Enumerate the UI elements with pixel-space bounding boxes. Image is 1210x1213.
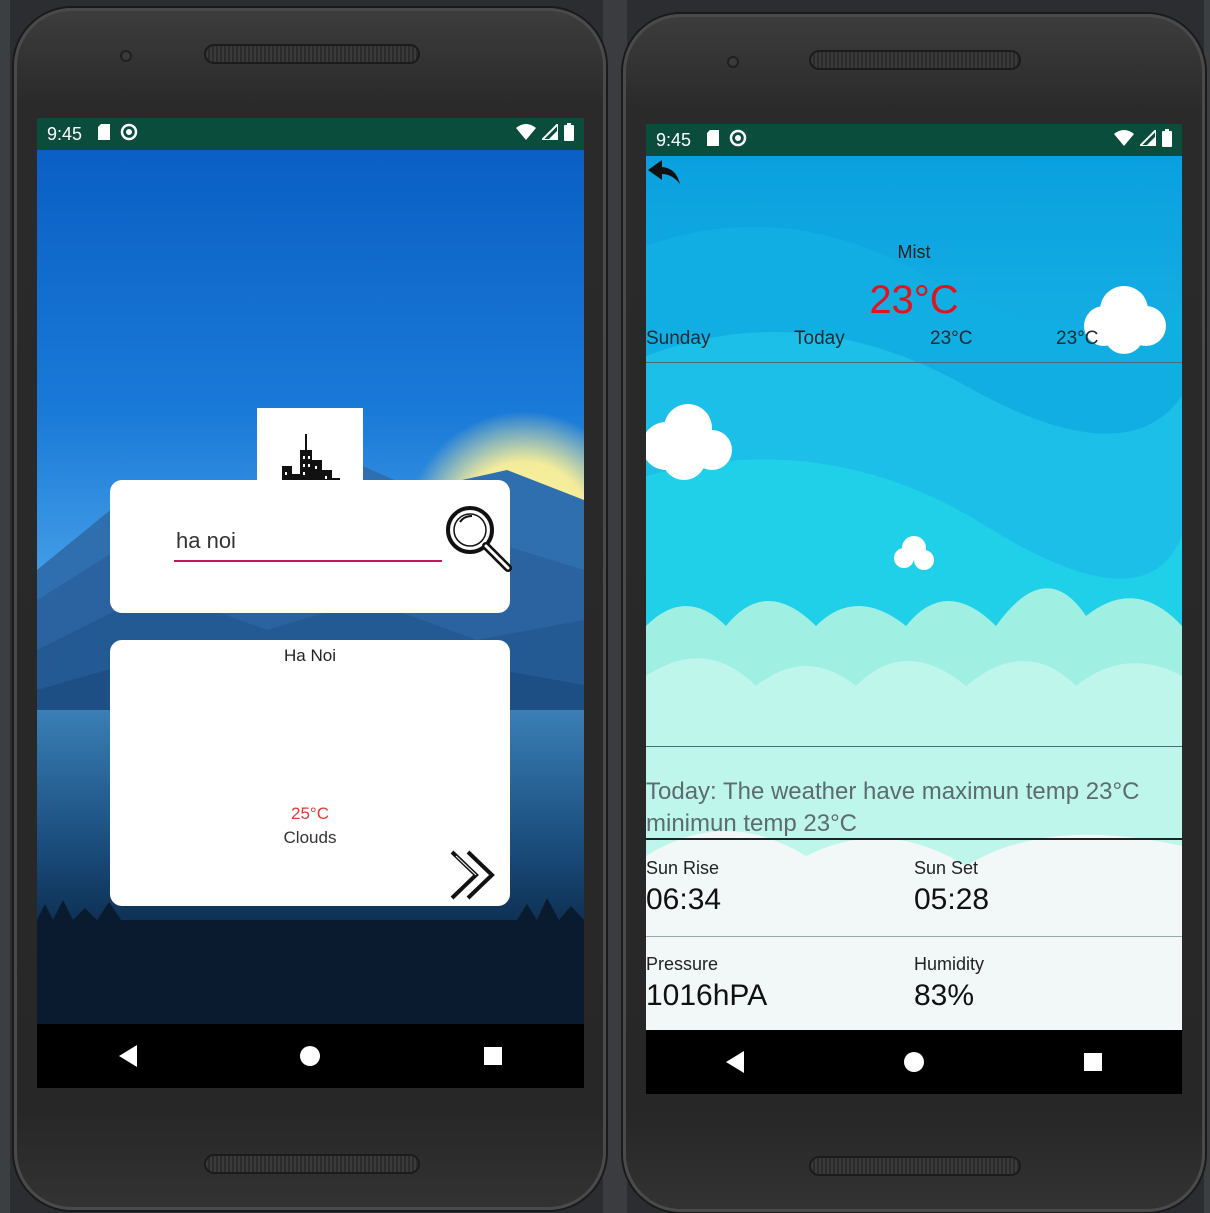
summary-line-2: minimun temp 23°C — [646, 810, 858, 837]
front-camera — [727, 56, 739, 68]
nav-back-button[interactable] — [118, 1045, 137, 1067]
top-speaker — [204, 44, 420, 64]
cell-signal-icon — [1137, 127, 1157, 151]
current-description: Mist — [897, 242, 931, 262]
battery-icon — [1162, 128, 1172, 152]
divider — [646, 838, 1182, 840]
bottom-speaker — [204, 1154, 420, 1174]
humidity-label: Humidity — [914, 954, 985, 974]
status-time: 9:45 — [47, 123, 83, 144]
status-bar: 9:45 — [646, 124, 1182, 156]
sync-icon — [120, 123, 138, 146]
nav-recents-button[interactable] — [484, 1047, 503, 1065]
nav-home-button[interactable] — [904, 1052, 924, 1072]
ide-gutter-left — [0, 0, 10, 1213]
status-time: 9:45 — [656, 129, 692, 150]
pressure-value: 1016hPA — [646, 979, 768, 1012]
forecast-temp-2: 23°C — [1056, 328, 1099, 349]
sunrise-label: Sun Rise — [646, 858, 720, 878]
weather-result-card[interactable]: Ha Noi 25°C Clouds — [110, 640, 510, 906]
divider — [646, 936, 1182, 937]
pressure-label: Pressure — [646, 954, 719, 974]
humidity-detail: Humidity 83% — [914, 954, 984, 1013]
forecast-temp-1: 23°C — [930, 328, 973, 349]
sunrise-detail: Sun Rise 06:34 — [646, 858, 721, 917]
pressure-detail: Pressure 1016hPA — [646, 954, 767, 1013]
double-chevron-right-icon — [450, 850, 495, 900]
screen-details: 9:45 Mist 23°C Sunday Today 23°C 23°C To… — [646, 124, 1182, 1094]
screen-search: 9:45 ha noi Ha Noi 25°C Clouds — [37, 118, 584, 1088]
sunset-label: Sun Set — [914, 858, 979, 878]
sunset-value: 05:28 — [914, 883, 990, 916]
cell-signal-icon — [539, 121, 559, 145]
forecast-day-2: Today — [794, 328, 845, 349]
cloud-left — [646, 404, 732, 480]
details-button[interactable] — [446, 846, 504, 904]
search-card — [110, 480, 512, 613]
humidity-value: 83% — [914, 979, 975, 1012]
device-frame-left: 9:45 ha noi Ha Noi 25°C Clouds — [14, 8, 606, 1210]
nav-back-button[interactable] — [726, 1051, 744, 1073]
nav-home-button[interactable] — [300, 1046, 321, 1066]
back-button[interactable] — [648, 158, 682, 188]
magnifier-icon — [446, 506, 512, 572]
divider — [646, 362, 1182, 363]
city-search-input[interactable] — [174, 522, 442, 562]
result-description: Clouds — [283, 828, 337, 847]
nav-recents-button[interactable] — [1084, 1053, 1102, 1071]
reply-arrow-icon — [648, 160, 680, 184]
daily-summary: Today: The weather have maximun temp 23°… — [646, 776, 1182, 840]
current-temperature: 23°C — [869, 278, 959, 322]
wifi-icon — [516, 123, 536, 145]
sunset-detail: Sun Set 05:28 — [914, 858, 989, 917]
front-camera — [120, 50, 132, 62]
search-button[interactable] — [442, 502, 514, 574]
status-bar: 9:45 — [37, 118, 584, 150]
battery-icon — [564, 122, 574, 146]
sd-card-icon — [707, 129, 720, 151]
forecast-row: Sunday Today 23°C 23°C — [646, 328, 1182, 354]
navigation-bar — [646, 1030, 1182, 1094]
forecast-day-1: Sunday — [646, 328, 711, 349]
device-frame-right: 9:45 Mist 23°C Sunday Today 23°C 23°C To… — [623, 14, 1205, 1212]
divider — [646, 746, 1182, 747]
sunrise-value: 06:34 — [646, 883, 722, 916]
summary-line-1: Today: The weather have maximun temp 23°… — [646, 778, 1140, 805]
bottom-speaker — [809, 1156, 1021, 1176]
sync-icon — [729, 129, 747, 152]
sd-card-icon — [98, 123, 111, 145]
top-speaker — [809, 50, 1021, 70]
cloud-small — [894, 536, 934, 570]
result-city-name: Ha Noi — [284, 646, 336, 665]
navigation-bar — [37, 1024, 584, 1088]
result-temperature: 25°C — [291, 804, 329, 823]
wifi-icon — [1114, 129, 1134, 151]
